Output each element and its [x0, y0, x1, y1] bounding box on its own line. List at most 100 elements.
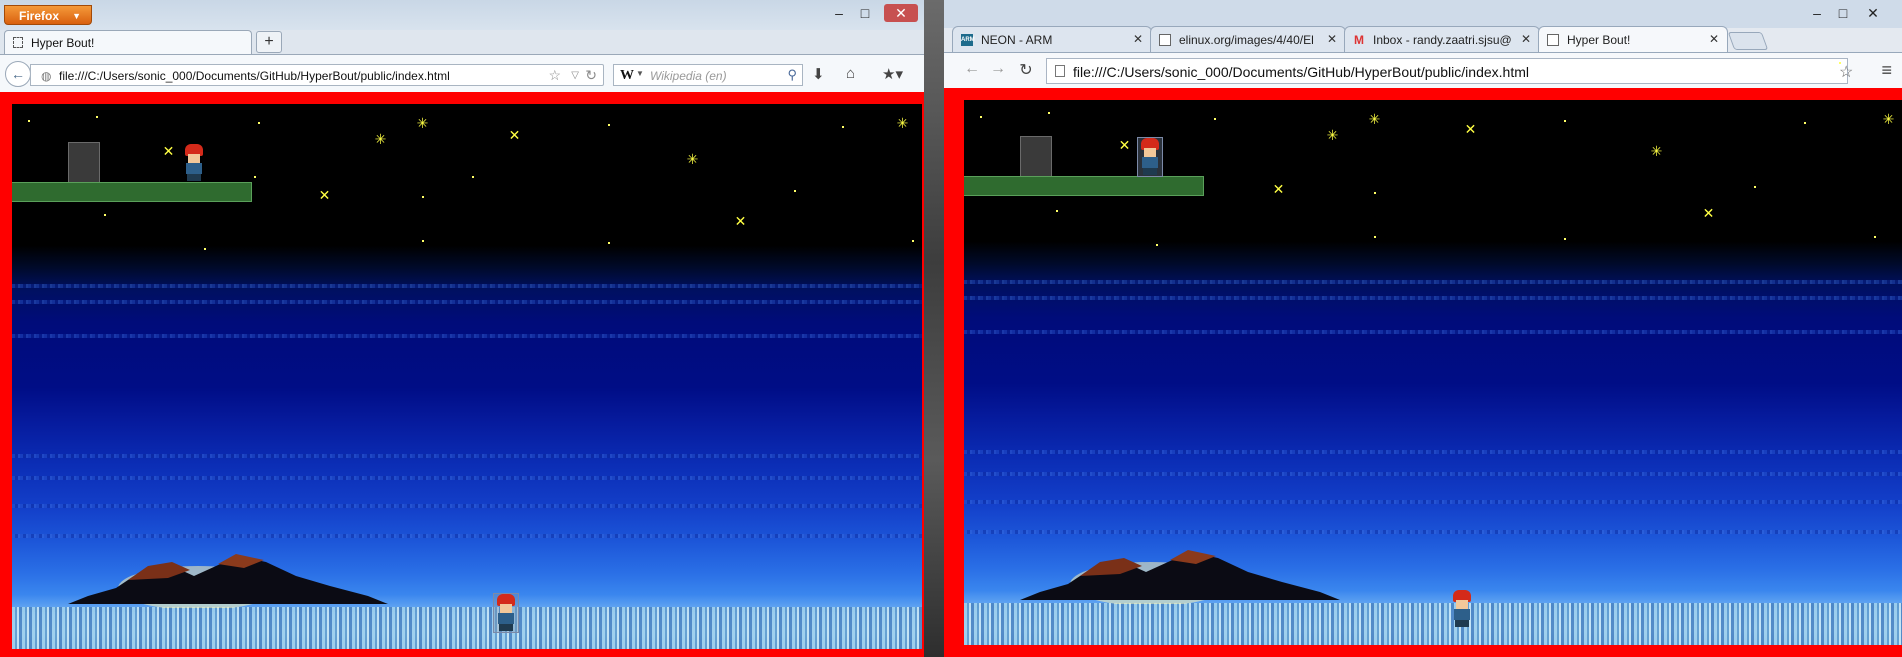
sparkle-star: ✕	[1464, 122, 1477, 138]
wikipedia-icon: W	[620, 68, 634, 83]
tab-close-icon[interactable]: ✕	[1521, 32, 1531, 46]
tab-hyper-bout[interactable]: Hyper Bout!	[4, 30, 252, 54]
star	[1374, 236, 1376, 238]
back-arrow-icon[interactable]: ←	[962, 60, 982, 78]
grey-block	[68, 142, 100, 184]
green-platform	[12, 182, 252, 202]
star	[1156, 244, 1158, 246]
star	[422, 196, 424, 198]
close-button[interactable]: ✕	[884, 4, 918, 22]
minimize-button[interactable]: –	[826, 4, 852, 22]
tab-hyper-bout[interactable]: Hyper Bout! ✕	[1538, 26, 1728, 52]
url-text: file:///C:/Users/sonic_000/Documents/Git…	[59, 69, 450, 83]
forward-arrow-icon[interactable]: →	[988, 60, 1008, 78]
sparkle-star: ✕	[1702, 206, 1715, 222]
firefox-menu-label: Firefox	[19, 9, 60, 23]
chrome-titlebar: – □ ✕	[944, 0, 1902, 28]
close-button[interactable]: ✕	[1860, 4, 1886, 22]
url-bar[interactable]: ◍ file:///C:/Users/sonic_000/Documents/G…	[30, 64, 604, 86]
history-dropdown-icon[interactable]: ▽	[571, 70, 579, 81]
star	[422, 240, 424, 242]
chrome-navbar: ← → ↻ file:///C:/Users/sonic_000/Documen…	[944, 52, 1902, 89]
bookmark-star-icon[interactable]: ☆	[1839, 62, 1853, 81]
sparkle-star: ✳	[1882, 112, 1895, 128]
green-platform	[964, 176, 1204, 196]
player-character	[182, 144, 206, 182]
home-icon[interactable]: ⌂	[846, 65, 855, 82]
star	[1874, 236, 1876, 238]
star	[1564, 238, 1566, 240]
star	[912, 240, 914, 242]
bookmark-star-icon[interactable]: ☆	[548, 67, 561, 84]
tab-close-icon[interactable]: ✕	[1327, 32, 1337, 46]
sparkle-star: ✕	[162, 144, 175, 160]
tab-elinux[interactable]: elinux.org/images/4/40/El ✕	[1150, 26, 1346, 52]
reload-icon[interactable]: ↻	[1016, 60, 1036, 80]
sparkle-star: ✳	[1326, 128, 1339, 144]
url-text: file:///C:/Users/sonic_000/Documents/Git…	[1073, 64, 1529, 80]
document-icon	[1547, 34, 1559, 46]
tab-title: NEON - ARM	[981, 33, 1053, 47]
opponent-character	[493, 593, 519, 633]
sparkle-star: ✳	[416, 116, 429, 132]
tab-title: elinux.org/images/4/40/El	[1179, 33, 1314, 47]
reload-icon[interactable]: ↻	[585, 67, 597, 84]
island-silhouette	[68, 554, 388, 608]
island-silhouette	[1020, 550, 1340, 604]
maximize-button[interactable]: □	[1830, 4, 1856, 22]
omnibox[interactable]: file:///C:/Users/sonic_000/Documents/Git…	[1046, 58, 1853, 84]
bookmarks-menu-icon[interactable]: ★▾	[882, 65, 903, 83]
tab-inbox[interactable]: M Inbox - randy.zaatri.sjsu@ ✕	[1344, 26, 1540, 52]
game-canvas[interactable]: ✳ ✕ ✳ ✳ ✳ ✕ ✕ ✕	[964, 100, 1902, 645]
game-frame: ✳ ✕ ✳ ✳ ✳ ✕ ✕ ✕	[944, 88, 1902, 657]
sparkle-star: ✕	[508, 128, 521, 144]
sparkle-star: ✳	[686, 152, 699, 168]
minimize-button[interactable]: –	[1804, 4, 1830, 22]
sparkle-star: ✕	[1272, 182, 1285, 198]
star	[1214, 118, 1216, 120]
star	[794, 190, 796, 192]
game-frame: ✳ ✕ ✳ ✳ ✳ ✕ ✕ ✕	[0, 92, 924, 657]
desktop-gap	[924, 0, 944, 657]
tab-title: Hyper Bout!	[31, 36, 95, 50]
document-icon	[1159, 34, 1171, 46]
new-tab-button[interactable]: +	[256, 31, 282, 53]
search-icon[interactable]: ⚲	[787, 67, 797, 83]
game-canvas[interactable]: ✳ ✕ ✳ ✳ ✳ ✕ ✕ ✕	[12, 104, 922, 649]
engine-dropdown-icon[interactable]: ▼	[636, 69, 644, 78]
star	[1754, 186, 1756, 188]
back-arrow-icon[interactable]: ←	[5, 61, 31, 87]
sparkle-star: ✳	[1368, 112, 1381, 128]
chrome-window: – □ ✕ ARM NEON - ARM ✕ elinux.org/images…	[944, 0, 1902, 657]
gmail-icon: M	[1354, 33, 1364, 47]
tab-close-icon[interactable]: ✕	[1709, 32, 1719, 46]
star	[254, 176, 256, 178]
sparkle-star: ✕	[734, 214, 747, 230]
new-tab-button[interactable]	[1727, 32, 1769, 50]
sparkle-star: ✕	[1118, 138, 1131, 154]
firefox-menu-button[interactable]: Firefox ▼	[4, 5, 92, 25]
firefox-titlebar: Firefox ▼ – □ ✕	[0, 0, 924, 30]
star	[842, 126, 844, 128]
downloads-icon[interactable]: ⬇	[812, 65, 825, 83]
arm-favicon-icon: ARM	[961, 34, 975, 46]
maximize-button[interactable]: □	[852, 4, 878, 22]
star	[96, 116, 98, 118]
water	[964, 603, 1902, 645]
sparkle-star: ✳	[1650, 144, 1663, 160]
globe-icon: ◍	[41, 69, 52, 83]
tab-title: Inbox - randy.zaatri.sjsu@	[1373, 33, 1512, 47]
sparkle-star: ✕	[318, 188, 331, 204]
hamburger-menu-icon[interactable]: ≡	[1881, 60, 1892, 81]
star	[1374, 192, 1376, 194]
star	[104, 214, 106, 216]
firefox-window: Firefox ▼ – □ ✕ Hyper Bout! + ← ◍ file:/…	[0, 0, 924, 657]
star	[28, 120, 30, 122]
search-field[interactable]: W ▼ Wikipedia (en) ⚲	[613, 64, 803, 86]
grey-block	[1020, 136, 1052, 178]
player-character	[1137, 137, 1163, 177]
tab-neon-arm[interactable]: ARM NEON - ARM ✕	[952, 26, 1152, 52]
page-icon	[1055, 65, 1065, 77]
tab-title: Hyper Bout!	[1567, 33, 1631, 47]
tab-close-icon[interactable]: ✕	[1133, 32, 1143, 46]
